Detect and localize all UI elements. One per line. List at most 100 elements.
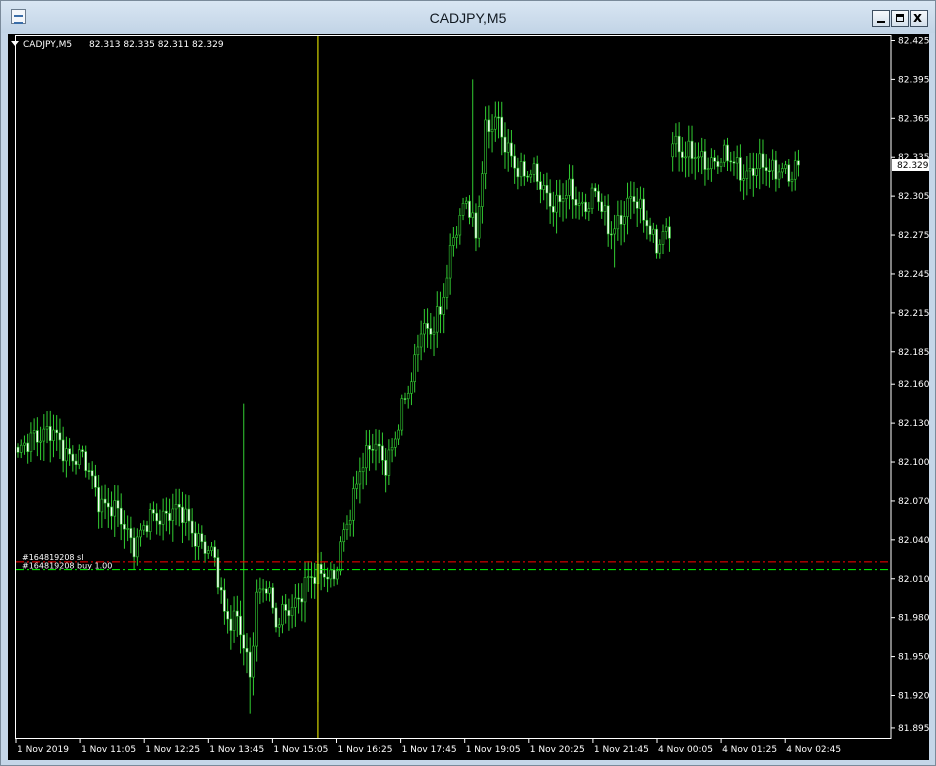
close-icon: x (913, 10, 923, 26)
candle-body (310, 576, 313, 578)
candle-body (606, 205, 610, 235)
candle-body (542, 185, 545, 190)
candle-body (290, 606, 294, 616)
title-bar[interactable]: CADJPY,M5 x (1, 1, 935, 33)
candle-body (784, 164, 787, 169)
candle-body (439, 306, 442, 315)
time-tick-label: 4 Nov 01:25 (722, 745, 777, 755)
price-axis[interactable]: 82.42582.39582.36582.33582.30582.27582.2… (891, 36, 929, 734)
candle-body (23, 442, 26, 446)
candle-body (629, 196, 633, 199)
candle-body (403, 398, 407, 400)
candle-body (42, 428, 46, 442)
candle-body (129, 528, 133, 539)
candle-body (26, 442, 29, 453)
candle-body (45, 426, 49, 430)
candle-body (735, 157, 739, 164)
candle-body (377, 443, 381, 447)
chart-header: CADJPY,M5 82.313 82.335 82.311 82.329 (11, 40, 224, 50)
candle-body (332, 569, 336, 580)
maximize-button[interactable] (891, 10, 909, 27)
chart-area[interactable]: 82.425 82.395 82.365 82.335 82.305 82.275 82.2… (8, 34, 929, 760)
candle-body (374, 443, 378, 451)
candle-body (442, 297, 446, 315)
candle-body (97, 487, 100, 513)
time-tick-label: 4 Nov 00:05 (658, 745, 713, 755)
candle-body (329, 569, 333, 580)
candle-body (603, 205, 607, 212)
candle-body (55, 429, 59, 434)
candle-body (71, 453, 75, 462)
candle-body (577, 202, 581, 206)
candle-body (526, 175, 529, 178)
candle-body (345, 523, 349, 531)
candle-body (751, 168, 755, 176)
symbol-dropdown-icon[interactable] (11, 41, 19, 46)
candle-body (190, 520, 194, 534)
candle-body (661, 231, 665, 245)
candle-body (194, 532, 197, 547)
candle-body (719, 161, 723, 167)
candle-body (652, 228, 655, 235)
candle-body (764, 167, 768, 171)
candle-body (519, 161, 523, 178)
candle-body (339, 541, 342, 572)
candle-body (155, 512, 158, 522)
price-tick-label: 82.245 (898, 270, 929, 280)
candle-body (187, 508, 191, 522)
price-tick-label: 82.215 (898, 309, 929, 319)
time-tick-label: 1 Nov 13:45 (209, 745, 264, 755)
candle-body (265, 588, 268, 594)
candle-body (139, 529, 142, 538)
candle-body (274, 607, 278, 628)
price-tick-label: 82.070 (898, 497, 929, 507)
sl-line-label[interactable]: #164819208 sl (22, 553, 83, 562)
candle-body (84, 451, 88, 471)
candle-body (626, 197, 629, 217)
minimize-button[interactable] (872, 10, 890, 27)
candle-body (484, 119, 487, 174)
price-tick-label: 81.895 (898, 724, 929, 734)
candle-body (177, 504, 181, 508)
candle-body (335, 570, 339, 580)
candle-body (448, 245, 452, 279)
candle-body (552, 206, 555, 213)
time-tick-label: 1 Nov 16:25 (338, 745, 393, 755)
candle-body (681, 151, 684, 158)
ohlc-values: 82.313 82.335 82.311 82.329 (89, 40, 224, 50)
candle-body (687, 140, 691, 158)
candle-body (458, 215, 462, 236)
candle-body (255, 591, 258, 647)
candle-body (61, 439, 65, 462)
candle-body (658, 244, 662, 254)
buy-order-label[interactable]: #164819208 buy 1.00 (22, 562, 112, 571)
candle-body (639, 198, 642, 209)
price-tick-label: 81.920 (898, 691, 929, 701)
price-chart[interactable]: 82.42582.39582.36582.33582.30582.27582.2… (8, 34, 929, 760)
candle-body (165, 510, 168, 514)
candle-body (523, 161, 526, 177)
time-tick-label: 1 Nov 12:25 (145, 745, 200, 755)
candle-body (394, 438, 397, 448)
close-button[interactable]: x (910, 10, 928, 27)
candle-body (726, 144, 729, 162)
candle-body (203, 541, 207, 554)
chart-window: CADJPY,M5 x 82.425 82.395 82.365 82.335 82.3… (0, 0, 936, 766)
candle-body (368, 445, 371, 450)
candle-body (268, 587, 271, 594)
candle-body (281, 604, 284, 626)
candle-body (445, 277, 449, 298)
candle-body (277, 624, 281, 628)
time-tick-label: 1 Nov 21:45 (594, 745, 649, 755)
candle-body (364, 445, 368, 469)
candle-body (600, 201, 604, 212)
candle-body (306, 576, 310, 578)
candle-body (426, 323, 429, 329)
candle-body (684, 156, 687, 159)
candle-body (539, 181, 542, 190)
candle-body (432, 331, 436, 335)
candle-body (490, 128, 494, 132)
candle-body (242, 634, 246, 649)
time-axis[interactable]: 1 Nov 2019 1 Nov 11:05 1 Nov 12:25 1 Nov 13… (15, 738, 841, 755)
candle-body (697, 156, 700, 159)
